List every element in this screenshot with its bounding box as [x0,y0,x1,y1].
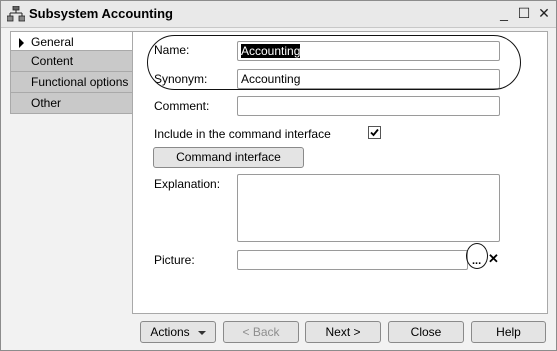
name-label: Name: [154,43,190,57]
subsystem-window: Subsystem Accounting _ ☐ ✕ General Conte… [0,0,557,351]
title-bar: Subsystem Accounting _ ☐ ✕ [1,1,556,28]
actions-label: Actions [150,325,190,339]
help-button[interactable]: Help [471,321,546,343]
actions-button[interactable]: Actions [140,321,216,343]
explanation-textarea[interactable] [237,174,500,242]
tab-content-label: Content [31,54,74,68]
picture-label: Picture: [154,253,195,267]
back-button[interactable]: < Back [223,321,299,343]
tab-list: General Content Functional options Other [10,31,134,114]
synonym-value: Accounting [241,72,301,86]
close-button[interactable]: Close [388,321,464,343]
comment-label: Comment: [154,99,210,113]
maximize-button[interactable]: ☐ [515,4,533,22]
close-window-button[interactable]: ✕ [535,4,553,22]
subsystem-icon [6,5,26,22]
tab-functional-options[interactable]: Functional options [10,72,133,93]
synonym-label: Synonym: [154,72,208,86]
comment-field[interactable] [237,96,500,116]
tab-other-label: Other [31,96,62,110]
tab-content[interactable]: Content [10,51,133,72]
name-value: Accounting [241,44,301,58]
command-interface-button[interactable]: Command interface [153,147,304,168]
explanation-label: Explanation: [154,177,221,191]
window-title: Subsystem Accounting [29,6,173,21]
checkmark-icon [370,128,379,137]
picture-field[interactable] [237,250,468,270]
tab-general-label: General [31,35,74,49]
name-field[interactable]: Accounting [237,41,500,61]
tab-general[interactable]: General [10,31,134,51]
clear-picture-button[interactable]: ✕ [488,251,499,267]
include-checkbox[interactable] [368,126,381,139]
tab-functional-options-label: Functional options [31,75,129,89]
minimize-button[interactable]: _ [495,4,513,22]
synonym-field[interactable]: Accounting [237,69,500,89]
triangle-right-icon [19,38,24,48]
tab-other[interactable]: Other [10,93,133,114]
chevron-down-icon [197,330,206,335]
next-button[interactable]: Next > [305,321,381,343]
general-panel: Name: Accounting Synonym: Accounting Com… [132,31,548,314]
include-label: Include in the command interface [154,127,331,141]
choose-picture-button[interactable]: ... [472,255,481,267]
